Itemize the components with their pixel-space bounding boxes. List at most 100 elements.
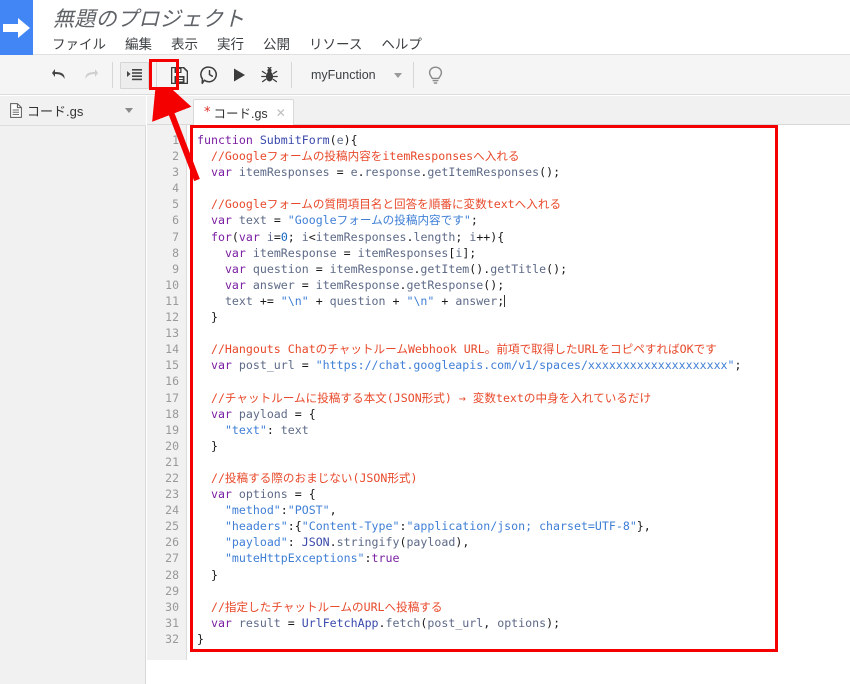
line-number: 24 (165, 503, 179, 518)
code-line: //チャットルームに投稿する本文(JSON形式) → 変数textの中身を入れて… (210, 390, 652, 405)
code-line: "text": text (224, 422, 309, 437)
close-x-icon[interactable]: ✕ (276, 106, 286, 120)
line-number: 9 (172, 261, 179, 276)
undo-button[interactable] (45, 60, 75, 90)
code-line: //Googleフォームの投稿内容をitemResponsesへ入れる (210, 149, 520, 164)
line-number: 13 (165, 326, 179, 341)
redo-button[interactable] (75, 60, 105, 90)
code-line: "payload": JSON.stringify(payload), (224, 535, 470, 550)
hint-button[interactable] (421, 60, 451, 90)
code-line: function SubmitForm(e){ (197, 133, 358, 147)
debug-button[interactable] (254, 60, 284, 90)
line-number: 22 (165, 470, 179, 485)
menu-bar: ファイル 編集 表示 実行 公開 リソース ヘルプ (52, 31, 441, 55)
line-number: 3 (172, 165, 179, 180)
sidebar-file-item[interactable]: コード.gs (0, 96, 146, 126)
indent-button[interactable] (120, 61, 149, 89)
code-line: } (197, 631, 204, 646)
code-line: "headers":{"Content-Type":"application/j… (224, 519, 651, 534)
line-number: 25 (165, 519, 179, 534)
line-number: 10 (165, 277, 179, 292)
code-line: //Hangouts ChatのチャットルームWebhook URL。前項で取得… (210, 342, 717, 357)
line-number: 11 (165, 293, 179, 308)
line-number: 12 (165, 310, 179, 325)
code-line: "muteHttpExceptions":true (224, 551, 400, 566)
toolbar: myFunction (0, 55, 850, 95)
menu-item-edit[interactable]: 編集 (125, 31, 161, 55)
line-number: 4 (172, 181, 179, 196)
code-editor[interactable]: 1 2 3 4 5 6 7 8 9 10 11 12 13 14 15 16 17 18 19 20 21 22 23 24 2… (147, 125, 850, 684)
apps-script-logo[interactable] (0, 0, 33, 55)
redo-arrow-icon (85, 69, 98, 79)
menu-item-file[interactable]: ファイル (52, 31, 115, 55)
page-title: 無題のプロジェクト (53, 7, 245, 31)
debug-bug-icon (260, 66, 278, 82)
line-number: 1 (172, 133, 179, 147)
line-number: 6 (172, 213, 179, 228)
toolbar-divider-4 (412, 62, 414, 88)
menu-item-help[interactable]: ヘルプ (381, 31, 431, 55)
code-line: var text = "Googleフォームの投稿内容です"; (210, 213, 478, 228)
blue-arrow-logo-icon (2, 17, 30, 38)
unsaved-changes-marker: * (204, 105, 211, 120)
code-line: var options = { (210, 487, 316, 502)
save-floppy-disk-icon (170, 66, 188, 84)
line-number: 28 (165, 567, 179, 582)
code-line: //投稿する際のおまじない(JSON形式) (210, 470, 418, 485)
line-number: 32 (165, 631, 179, 646)
menu-item-view[interactable]: 表示 (171, 31, 207, 55)
line-number: 7 (172, 229, 179, 244)
menu-item-run[interactable]: 実行 (217, 31, 253, 55)
code-line: } (210, 310, 218, 325)
code-line: var post_url = "https://chat.googleapis.… (210, 358, 742, 373)
sidebar-file-name: コード.gs (27, 104, 84, 119)
version-history-button[interactable] (194, 60, 224, 90)
line-number: 18 (165, 406, 179, 421)
save-button[interactable] (164, 60, 194, 90)
code-line: var itemResponse = itemResponses[i]; (224, 245, 477, 260)
indent-lines-icon (126, 69, 142, 81)
menu-item-resources[interactable]: リソース (309, 31, 371, 55)
undo-arrow-icon (52, 69, 65, 79)
apps-script-editor-window: 無題のプロジェクト ファイル 編集 表示 実行 公開 リソース ヘルプ myFu… (0, 0, 850, 684)
tab-code-gs[interactable]: * コード.gs ✕ (193, 99, 294, 125)
file-sidebar: コード.gs (0, 96, 146, 684)
line-number: 31 (165, 615, 179, 630)
code-line: } (210, 567, 218, 582)
code-line: //Googleフォームの質問項目名と回答を順番に変数textへ入れる (210, 197, 562, 212)
line-number-gutter: 1 2 3 4 5 6 7 8 9 10 11 12 13 14 15 16 17 18 19 20 21 22 23 24 2… (147, 125, 187, 684)
line-number: 17 (165, 390, 179, 405)
line-number: 16 (165, 374, 179, 389)
code-line: var answer = itemResponse.getResponse(); (224, 277, 505, 292)
code-line: //指定したチャットルームのURLへ投稿する (210, 599, 443, 614)
line-number: 29 (165, 583, 179, 598)
text-cursor (504, 294, 506, 307)
editor-bottom-spacer (147, 660, 850, 684)
clock-history-icon (199, 65, 217, 84)
chevron-down-icon (393, 72, 402, 78)
code-line: for(var i=0; i<itemResponses.length; i++… (210, 229, 505, 244)
run-button[interactable] (224, 60, 254, 90)
line-number: 21 (165, 454, 179, 469)
menu-item-publish[interactable]: 公開 (263, 31, 299, 55)
code-line: var itemResponses = e.response.getItemRe… (210, 165, 561, 180)
chevron-down-icon[interactable] (125, 108, 133, 113)
line-number: 30 (165, 599, 179, 614)
run-play-icon (234, 68, 245, 82)
code-content[interactable]: function SubmitForm(e){ //Googleフォームの投稿内… (187, 125, 850, 684)
tab-label: コード.gs (213, 107, 268, 121)
function-selector[interactable]: myFunction (299, 60, 406, 90)
line-number: 2 (172, 149, 179, 164)
document-file-icon (5, 103, 27, 118)
line-number: 19 (165, 422, 179, 437)
line-number: 14 (165, 342, 179, 357)
code-line: var payload = { (210, 406, 316, 421)
line-number: 8 (172, 245, 179, 260)
code-line: } (210, 438, 218, 453)
code-line: var result = UrlFetchApp.fetch(post_url,… (210, 615, 561, 630)
app-header: 無題のプロジェクト ファイル 編集 表示 実行 公開 リソース ヘルプ (0, 0, 850, 55)
